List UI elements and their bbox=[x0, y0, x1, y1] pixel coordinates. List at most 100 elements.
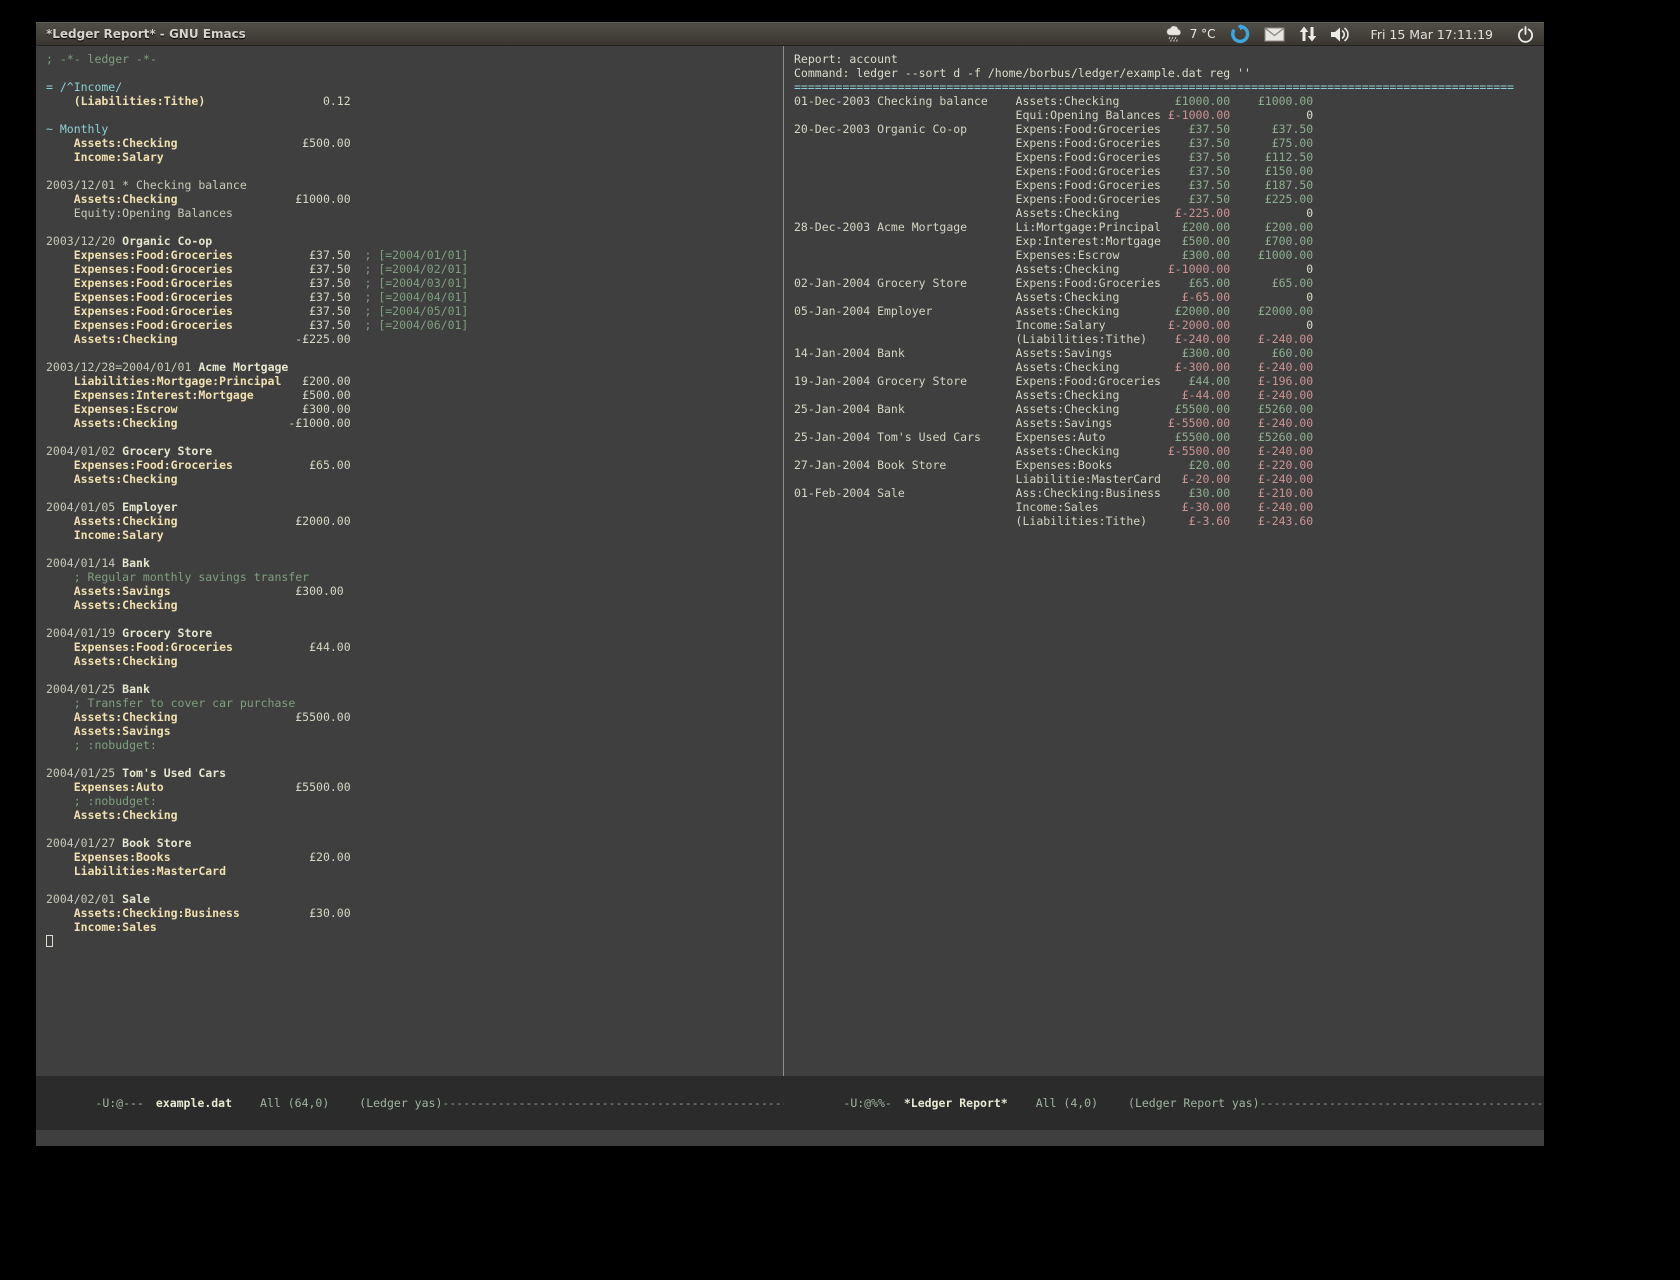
buffer-line: Expenses:Food:Groceries £37.50 ; [=2004/… bbox=[46, 248, 783, 262]
buffer-line: ; Transfer to cover car purchase bbox=[46, 696, 783, 710]
buffer-line: Assets:Checking £1000.00 bbox=[46, 192, 783, 206]
system-tray: 7 °C bbox=[1165, 24, 1534, 44]
ledger-buffer: ; -*- ledger -*- = /^Income/ (Liabilitie… bbox=[46, 52, 783, 948]
register-row: 02-Jan-2004 Grocery StoreExpens:Food:Gro… bbox=[794, 276, 1544, 290]
refresh-icon[interactable] bbox=[1230, 24, 1250, 44]
modeline-flags: -U:@--- bbox=[95, 1096, 143, 1110]
register-row: 01-Feb-2004 SaleAss:Checking:Business£30… bbox=[794, 486, 1544, 500]
register-row: Expens:Food:Groceries£37.50£187.50 bbox=[794, 178, 1544, 192]
register-row: Exp:Interest:Mortgage£500.00£700.00 bbox=[794, 234, 1544, 248]
buffer-line bbox=[46, 934, 783, 948]
modeline-modes: (Ledger yas) bbox=[359, 1096, 442, 1110]
buffer-line: Assets:Checking £5500.00 bbox=[46, 710, 783, 724]
buffer-line: 2004/01/25 Bank bbox=[46, 682, 783, 696]
buffer-line: Expenses:Interest:Mortgage £500.00 bbox=[46, 388, 783, 402]
buffer-line: 2004/02/01 Sale bbox=[46, 892, 783, 906]
buffer-line: Assets:Checking £2000.00 bbox=[46, 514, 783, 528]
register-row: Assets:Checking£-5500.00£-240.00 bbox=[794, 444, 1544, 458]
buffer-line: 2004/01/25 Tom's Used Cars bbox=[46, 766, 783, 780]
temperature-label: 7 °C bbox=[1190, 27, 1216, 41]
register-row: Assets:Checking£-44.00£-240.00 bbox=[794, 388, 1544, 402]
register-row: 14-Jan-2004 BankAssets:Savings£300.00£60… bbox=[794, 346, 1544, 360]
buffer-line bbox=[46, 108, 783, 122]
register-row: Expens:Food:Groceries£37.50£225.00 bbox=[794, 192, 1544, 206]
register-rows: 01-Dec-2003 Checking balanceAssets:Check… bbox=[794, 94, 1544, 528]
buffer-line bbox=[46, 220, 783, 234]
register-row: (Liabilities:Tithe)£-3.60£-243.60 bbox=[794, 514, 1544, 528]
modeline-position: All (4,0) bbox=[1036, 1096, 1098, 1110]
clock-label[interactable]: Fri 15 Mar 17:11:19 bbox=[1371, 27, 1493, 42]
modeline-right[interactable]: -U:@%%-*Ledger Report*All (4,0)(Ledger R… bbox=[784, 1076, 1544, 1130]
modeline-dashes: ----------------------------------------… bbox=[1260, 1096, 1544, 1110]
buffer-line: Expenses:Food:Groceries £37.50 ; [=2004/… bbox=[46, 304, 783, 318]
command-label: Command: ledger --sort d -f /home/borbus… bbox=[794, 66, 1544, 80]
register-row: Equi:Opening Balances£-1000.000 bbox=[794, 108, 1544, 122]
buffer-line bbox=[46, 668, 783, 682]
separator-line: ========================================… bbox=[794, 80, 1544, 94]
buffer-line: Assets:Checking:Business £30.00 bbox=[46, 906, 783, 920]
register-row: 25-Jan-2004 BankAssets:Checking£5500.00£… bbox=[794, 402, 1544, 416]
register-row: 25-Jan-2004 Tom's Used CarsExpenses:Auto… bbox=[794, 430, 1544, 444]
buffer-line: ; :nobudget: bbox=[46, 794, 783, 808]
buffer-line: Expenses:Food:Groceries £37.50 ; [=2004/… bbox=[46, 262, 783, 276]
buffer-line: ~ Monthly bbox=[46, 122, 783, 136]
buffer-line: Expenses:Food:Groceries £65.00 bbox=[46, 458, 783, 472]
buffer-line: Expenses:Auto £5500.00 bbox=[46, 780, 783, 794]
buffer-line: Assets:Checking bbox=[46, 598, 783, 612]
report-label: Report: account bbox=[794, 52, 1544, 66]
buffer-line: (Liabilities:Tithe) 0.12 bbox=[46, 94, 783, 108]
buffer-line: Expenses:Books £20.00 bbox=[46, 850, 783, 864]
echo-area[interactable] bbox=[36, 1130, 1544, 1146]
buffer-line bbox=[46, 752, 783, 766]
buffer-line: 2004/01/05 Employer bbox=[46, 500, 783, 514]
register-row: Income:Salary£-2000.000 bbox=[794, 318, 1544, 332]
register-row: 20-Dec-2003 Organic Co-opExpens:Food:Gro… bbox=[794, 122, 1544, 136]
register-row: Expens:Food:Groceries£37.50£112.50 bbox=[794, 150, 1544, 164]
buffer-line bbox=[46, 66, 783, 80]
network-traffic-icon[interactable] bbox=[1299, 25, 1316, 43]
buffer-line: 2004/01/27 Book Store bbox=[46, 836, 783, 850]
buffer-line: Equity:Opening Balances bbox=[46, 206, 783, 220]
title-bar[interactable]: *Ledger Report* - GNU Emacs 7 °C bbox=[36, 22, 1544, 46]
mail-icon[interactable] bbox=[1264, 27, 1285, 42]
volume-icon[interactable] bbox=[1330, 26, 1351, 43]
register-row: 05-Jan-2004 EmployerAssets:Checking£2000… bbox=[794, 304, 1544, 318]
ledger-report-window[interactable]: Report: account Command: ledger --sort d… bbox=[784, 46, 1544, 1076]
modeline-position: All (64,0) bbox=[260, 1096, 329, 1110]
buffer-line: 2003/12/20 Organic Co-op bbox=[46, 234, 783, 248]
buffer-line: ; :nobudget: bbox=[46, 738, 783, 752]
buffer-line bbox=[46, 486, 783, 500]
buffer-line: Assets:Savings £300.00 bbox=[46, 584, 783, 598]
buffer-line: = /^Income/ bbox=[46, 80, 783, 94]
modeline-dashes: ----------------------------------------… bbox=[442, 1096, 784, 1110]
buffer-line: 2004/01/14 Bank bbox=[46, 556, 783, 570]
register-row: 19-Jan-2004 Grocery StoreExpens:Food:Gro… bbox=[794, 374, 1544, 388]
modeline-modes: (Ledger Report yas) bbox=[1128, 1096, 1260, 1110]
buffer-line bbox=[46, 542, 783, 556]
modeline-flags: -U:@%%- bbox=[843, 1096, 891, 1110]
buffer-line bbox=[46, 430, 783, 444]
buffer-line: 2004/01/19 Grocery Store bbox=[46, 626, 783, 640]
modeline-left[interactable]: -U:@---example.datAll (64,0)(Ledger yas)… bbox=[36, 1076, 784, 1130]
buffer-line: Expenses:Food:Groceries £37.50 ; [=2004/… bbox=[46, 318, 783, 332]
buffer-line: Expenses:Escrow £300.00 bbox=[46, 402, 783, 416]
buffer-line: Assets:Checking -£1000.00 bbox=[46, 416, 783, 430]
ledger-file-window[interactable]: ; -*- ledger -*- = /^Income/ (Liabilitie… bbox=[36, 46, 783, 1076]
register-row: Assets:Checking£-1000.000 bbox=[794, 262, 1544, 276]
register-row: 28-Dec-2003 Acme MortgageLi:Mortgage:Pri… bbox=[794, 220, 1544, 234]
power-icon[interactable] bbox=[1517, 26, 1534, 43]
buffer-line: Income:Sales bbox=[46, 920, 783, 934]
register-row: Income:Sales£-30.00£-240.00 bbox=[794, 500, 1544, 514]
register-row: Assets:Checking£-225.000 bbox=[794, 206, 1544, 220]
buffer-line: Expenses:Food:Groceries £44.00 bbox=[46, 640, 783, 654]
register-row: 01-Dec-2003 Checking balanceAssets:Check… bbox=[794, 94, 1544, 108]
buffer-line bbox=[46, 612, 783, 626]
register-row: Assets:Checking£-300.00£-240.00 bbox=[794, 360, 1544, 374]
window-title: *Ledger Report* - GNU Emacs bbox=[46, 27, 246, 41]
buffer-line: ; -*- ledger -*- bbox=[46, 52, 783, 66]
register-row: 27-Jan-2004 Book StoreExpenses:Books£20.… bbox=[794, 458, 1544, 472]
weather-icon[interactable] bbox=[1165, 25, 1184, 43]
buffer-line bbox=[46, 878, 783, 892]
buffer-line: Assets:Checking £500.00 bbox=[46, 136, 783, 150]
buffer-line: 2004/01/02 Grocery Store bbox=[46, 444, 783, 458]
